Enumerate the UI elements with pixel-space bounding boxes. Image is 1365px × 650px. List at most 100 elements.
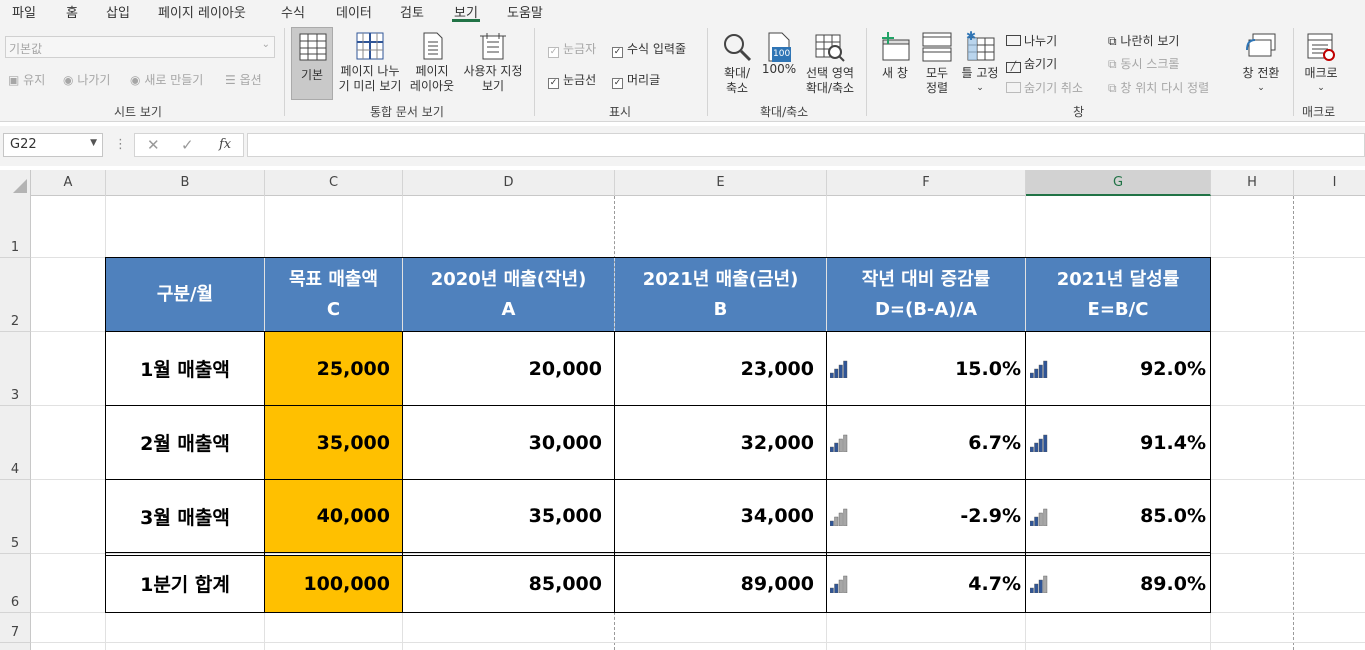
menu-help[interactable]: 도움말 <box>507 2 543 21</box>
table-cell-2021[interactable]: 89,000 <box>615 555 826 612</box>
menu-page-layout[interactable]: 페이지 레이아웃 <box>158 2 246 21</box>
table-cell-growth[interactable]: 15.0% <box>827 332 1025 405</box>
table-cell-growth[interactable]: -2.9% <box>827 480 1025 552</box>
custom-views-label-2: 보기 <box>481 79 505 93</box>
split-button[interactable]: 나누기 <box>1006 32 1057 49</box>
check-icon[interactable]: ✓ <box>181 136 194 154</box>
table-cell-2020[interactable]: 30,000 <box>403 406 614 479</box>
table-cell-label[interactable]: 2월 매출액 <box>106 406 264 479</box>
column-header-f[interactable]: F <box>827 170 1026 196</box>
table-cell-2020[interactable]: 20,000 <box>403 332 614 405</box>
table-cell-target[interactable]: 100,000 <box>265 555 402 612</box>
reset-window-position-button[interactable]: ⧉ 창 위치 다시 정렬 <box>1108 79 1209 96</box>
row-header-3[interactable]: 3 <box>0 332 31 406</box>
zoom-to-selection-button[interactable]: 선택 영역 확대/축소 <box>802 32 858 96</box>
menu-review[interactable]: 검토 <box>400 2 424 21</box>
table-header-achievement[interactable]: 2021년 달성률 E=B/C <box>1026 258 1210 331</box>
freeze-panes-button[interactable]: ✱ 틀 고정 ⌄ <box>960 29 1000 96</box>
synchronous-scrolling-button[interactable]: ⧉ 동시 스크롤 <box>1108 55 1179 72</box>
arrange-all-button[interactable]: 모두 정렬 <box>919 32 955 96</box>
row-header-2[interactable]: 2 <box>0 258 31 332</box>
formula-buttons: ✕ ✓ fx <box>134 133 244 157</box>
page-break-preview-button[interactable]: 페이지 나누 기 미리 보기 <box>337 32 403 94</box>
table-cell-target[interactable]: 40,000 <box>265 480 402 552</box>
table-cell-label[interactable]: 1분기 합계 <box>106 555 264 612</box>
table-cell-label[interactable]: 3월 매출액 <box>106 480 264 552</box>
gridlines-checkbox[interactable]: ✓ 눈금선 <box>548 71 596 89</box>
table-cell-growth[interactable]: 4.7% <box>827 555 1025 612</box>
menu-file[interactable]: 파일 <box>12 2 36 21</box>
table-cell-achievement[interactable]: 85.0% <box>1026 480 1210 552</box>
cancel-icon[interactable]: ✕ <box>147 136 160 154</box>
side-by-side-label: 나란히 보기 <box>1120 34 1180 48</box>
column-header-e[interactable]: E <box>615 170 827 196</box>
headings-checkbox[interactable]: ✓ 머리글 <box>612 71 660 89</box>
name-box[interactable]: G22 ▼ <box>3 133 103 157</box>
column-header-h[interactable]: H <box>1211 170 1294 196</box>
table-cell-2021[interactable]: 32,000 <box>615 406 826 479</box>
table-cell-2021[interactable]: 23,000 <box>615 332 826 405</box>
row-header-8[interactable] <box>0 643 31 650</box>
page-layout-button[interactable]: 페이지 레이아웃 <box>409 32 455 94</box>
sheet-view-dropdown[interactable]: 기본값 ⌄ <box>5 36 275 58</box>
macros-button[interactable]: 매크로 ⌄ <box>1300 32 1342 96</box>
table-header-2021[interactable]: 2021년 매출(금년) B <box>615 258 826 331</box>
row-header-5[interactable]: 5 <box>0 480 31 554</box>
menu-insert[interactable]: 삽입 <box>106 2 130 21</box>
custom-views-button[interactable]: 사용자 지정 보기 <box>460 32 526 94</box>
column-header-b[interactable]: B <box>106 170 265 196</box>
new-window-button[interactable]: 새 창 <box>876 32 914 81</box>
menu-home[interactable]: 홈 <box>66 2 78 21</box>
table-header-target[interactable]: 목표 매출액 C <box>265 258 402 331</box>
table-cell-target[interactable]: 25,000 <box>265 332 402 405</box>
signal-bar <box>1043 575 1048 594</box>
header-line-2: C <box>326 298 341 320</box>
signal-bar <box>843 508 848 527</box>
formula-input[interactable] <box>247 133 1365 157</box>
table-cell-achievement[interactable]: 92.0% <box>1026 332 1210 405</box>
row-header-1[interactable]: 1 <box>0 196 31 258</box>
table-cell-achievement[interactable]: 89.0% <box>1026 555 1210 612</box>
select-all-button[interactable] <box>0 170 31 196</box>
options-button[interactable]: ☰ 옵션 <box>225 71 262 88</box>
column-header-c[interactable]: C <box>265 170 403 196</box>
table-cell-growth[interactable]: 6.7% <box>827 406 1025 479</box>
insert-function-icon[interactable]: fx <box>219 137 231 152</box>
header-line-1: 목표 매출액 <box>288 268 379 290</box>
chevron-down-icon[interactable]: ▼ <box>90 138 97 148</box>
switch-windows-button[interactable]: 창 전환 ⌄ <box>1238 32 1284 96</box>
header-line-2: A <box>501 298 516 320</box>
table-cell-2020[interactable]: 85,000 <box>403 555 614 612</box>
table-header-2020[interactable]: 2020년 매출(작년) A <box>403 258 614 331</box>
exit-button[interactable]: ◉ 나가기 <box>63 71 110 88</box>
unhide-button[interactable]: 숨기기 취소 <box>1006 79 1083 96</box>
new-sheet-view-button[interactable]: ◉ 새로 만들기 <box>130 71 203 88</box>
column-header-i[interactable]: I <box>1294 170 1365 196</box>
column-header-d[interactable]: D <box>403 170 615 196</box>
zoom-button[interactable]: 확대/ 축소 <box>718 32 756 96</box>
row-header-6[interactable]: 6 <box>0 554 31 613</box>
row-header-4[interactable]: 4 <box>0 406 31 480</box>
table-cell-achievement[interactable]: 91.4% <box>1026 406 1210 479</box>
menu-data[interactable]: 데이터 <box>336 2 372 21</box>
menu-formulas[interactable]: 수식 <box>281 2 305 21</box>
table-cell-label[interactable]: 1월 매출액 <box>106 332 264 405</box>
table-header-category[interactable]: 구분/월 <box>106 258 264 331</box>
view-side-by-side-button[interactable]: ⧉ 나란히 보기 <box>1108 32 1179 49</box>
hide-button[interactable]: ╱ 숨기기 <box>1006 55 1057 73</box>
table-cell-target[interactable]: 35,000 <box>265 406 402 479</box>
checkbox-checked-icon: ✓ <box>548 47 559 58</box>
row-header-7[interactable]: 7 <box>0 613 31 643</box>
formula-bar-checkbox[interactable]: ✓ 수식 입력줄 <box>612 40 686 58</box>
table-header-growth[interactable]: 작년 대비 증감률 D=(B-A)/A <box>827 258 1025 331</box>
zoom-100-button[interactable]: 100 100% <box>761 32 797 77</box>
keep-button[interactable]: ▣ 유지 <box>8 71 45 88</box>
table-cell-2020[interactable]: 35,000 <box>403 480 614 552</box>
column-header-g[interactable]: G <box>1026 170 1211 196</box>
ruler-checkbox[interactable]: ✓ 눈금자 <box>548 40 596 58</box>
page-break-icon <box>356 32 384 60</box>
column-header-a[interactable]: A <box>31 170 106 196</box>
table-border <box>105 257 1211 258</box>
normal-view-button[interactable]: 기본 <box>291 27 333 100</box>
table-cell-2021[interactable]: 34,000 <box>615 480 826 552</box>
